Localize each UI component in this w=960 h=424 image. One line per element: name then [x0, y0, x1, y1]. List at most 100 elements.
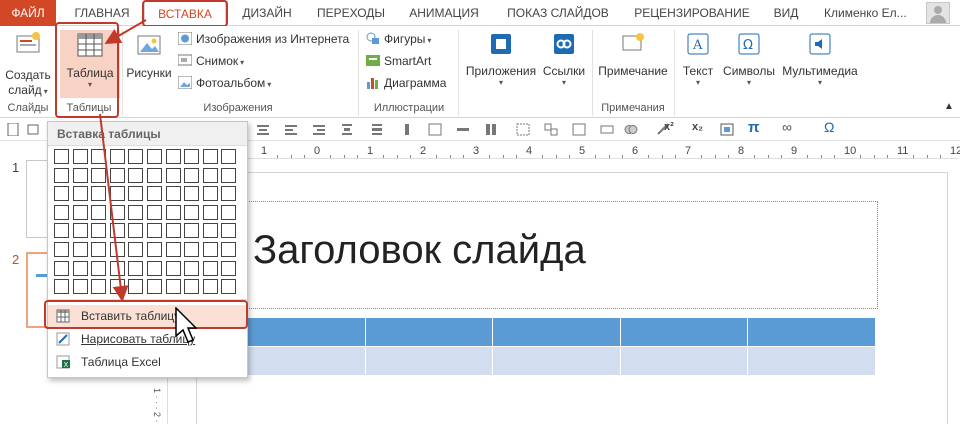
grid-cell[interactable]	[91, 242, 106, 257]
multimedia-button[interactable]: Мультимедиа ▾	[780, 32, 860, 87]
grid-cell[interactable]	[54, 168, 69, 183]
grid-cell[interactable]	[203, 168, 218, 183]
grid-cell[interactable]	[73, 149, 88, 164]
grid-cell[interactable]	[203, 242, 218, 257]
table-cell[interactable]	[365, 347, 494, 376]
cursor-icon[interactable]	[26, 123, 40, 136]
grid-cell[interactable]	[91, 186, 106, 201]
table-cell[interactable]	[238, 347, 366, 376]
grid-cell[interactable]	[73, 205, 88, 220]
grid-cell[interactable]	[221, 242, 236, 257]
grid-cell[interactable]	[128, 279, 143, 294]
user-name[interactable]: Клименко Ел...	[824, 0, 907, 26]
grid-cell[interactable]	[54, 242, 69, 257]
tab-design[interactable]: ДИЗАЙН	[232, 0, 302, 26]
grid-cell[interactable]	[91, 279, 106, 294]
grid-cell[interactable]	[184, 223, 199, 238]
grid-cell[interactable]	[73, 168, 88, 183]
grid-cell[interactable]	[91, 205, 106, 220]
screenshot-button[interactable]: Снимок ▾	[178, 52, 244, 70]
group-icon[interactable]	[516, 123, 530, 136]
distribute-icon[interactable]	[400, 123, 414, 136]
grid-cell[interactable]	[91, 261, 106, 276]
merge-shapes-icon[interactable]	[624, 123, 638, 136]
grid-cell[interactable]	[73, 279, 88, 294]
tab-animations[interactable]: АНИМАЦИЯ	[398, 0, 490, 26]
grid-cell[interactable]	[221, 261, 236, 276]
infinity-icon[interactable]: ∞	[782, 119, 802, 135]
tab-slideshow[interactable]: ПОКАЗ СЛАЙДОВ	[496, 0, 620, 26]
grid-cell[interactable]	[110, 223, 125, 238]
grid-cell[interactable]	[203, 205, 218, 220]
grid-cell[interactable]	[184, 261, 199, 276]
grid-cell[interactable]	[221, 279, 236, 294]
grid-cell[interactable]	[166, 279, 181, 294]
grid-cell[interactable]	[147, 186, 162, 201]
grid-cell[interactable]	[203, 186, 218, 201]
grid-cell[interactable]	[54, 261, 69, 276]
grid-cell[interactable]	[128, 186, 143, 201]
text-box-icon[interactable]	[720, 123, 734, 136]
grid-cell[interactable]	[147, 168, 162, 183]
grid-cell[interactable]	[110, 149, 125, 164]
grid-cell[interactable]	[110, 205, 125, 220]
excel-table-menu-item[interactable]: X Таблица Excel	[48, 351, 247, 373]
table-cell[interactable]	[748, 318, 876, 347]
grid-cell[interactable]	[166, 223, 181, 238]
grid-cell[interactable]	[166, 186, 181, 201]
grid-cell[interactable]	[110, 279, 125, 294]
distribute-icon[interactable]	[428, 123, 442, 136]
table-cell[interactable]	[365, 318, 494, 347]
align-icon[interactable]	[312, 123, 326, 136]
comment-button[interactable]: Примечание	[596, 32, 670, 79]
table-cell[interactable]	[620, 347, 749, 376]
grid-cell[interactable]	[110, 261, 125, 276]
grid-cell[interactable]	[184, 149, 199, 164]
grid-cell[interactable]	[128, 261, 143, 276]
collapse-ribbon-icon[interactable]: ▲	[944, 98, 954, 116]
grid-cell[interactable]	[184, 242, 199, 257]
grid-cell[interactable]	[184, 279, 199, 294]
grid-cell[interactable]	[54, 186, 69, 201]
grid-cell[interactable]	[203, 279, 218, 294]
distribute-icon[interactable]	[370, 123, 384, 136]
grid-cell[interactable]	[128, 242, 143, 257]
grid-cell[interactable]	[73, 186, 88, 201]
grid-cell[interactable]	[166, 242, 181, 257]
grid-cell[interactable]	[203, 149, 218, 164]
symbols-button[interactable]: Ω Символы ▾	[720, 32, 778, 87]
align-icon[interactable]	[256, 123, 270, 136]
grid-cell[interactable]	[54, 205, 69, 220]
grid-cell[interactable]	[184, 205, 199, 220]
ungroup-icon[interactable]	[544, 123, 558, 136]
photo-album-button[interactable]: Фотоальбом ▾	[178, 74, 271, 92]
grid-cell[interactable]	[110, 186, 125, 201]
table-cell[interactable]	[620, 318, 749, 347]
grid-cell[interactable]	[73, 261, 88, 276]
smartart-button[interactable]: SmartArt	[366, 52, 431, 70]
grid-cell[interactable]	[73, 242, 88, 257]
grid-cell[interactable]	[147, 279, 162, 294]
grid-cell[interactable]	[221, 168, 236, 183]
grid-cell[interactable]	[166, 168, 181, 183]
distribute-icon[interactable]	[340, 123, 354, 136]
links-button[interactable]: Ссылки ▾	[540, 32, 588, 87]
tab-view[interactable]: ВИД	[764, 0, 808, 26]
grid-cell[interactable]	[91, 168, 106, 183]
online-pictures-button[interactable]: Изображения из Интернета	[178, 30, 349, 48]
shape-icon[interactable]	[600, 123, 614, 136]
grid-cell[interactable]	[184, 186, 199, 201]
new-slide-button[interactable]: Создать слайд ▾	[4, 30, 52, 99]
grid-cell[interactable]	[147, 261, 162, 276]
subscript-icon[interactable]: x₂	[692, 121, 706, 134]
grid-cell[interactable]	[91, 223, 106, 238]
grid-cell[interactable]	[221, 223, 236, 238]
grid-cell[interactable]	[128, 149, 143, 164]
grid-cell[interactable]	[110, 242, 125, 257]
grid-cell[interactable]	[221, 186, 236, 201]
grid-cell[interactable]	[221, 149, 236, 164]
grid-cell[interactable]	[166, 261, 181, 276]
apps-button[interactable]: Приложения ▾	[462, 32, 540, 87]
grid-cell[interactable]	[147, 242, 162, 257]
grid-cell[interactable]	[221, 205, 236, 220]
